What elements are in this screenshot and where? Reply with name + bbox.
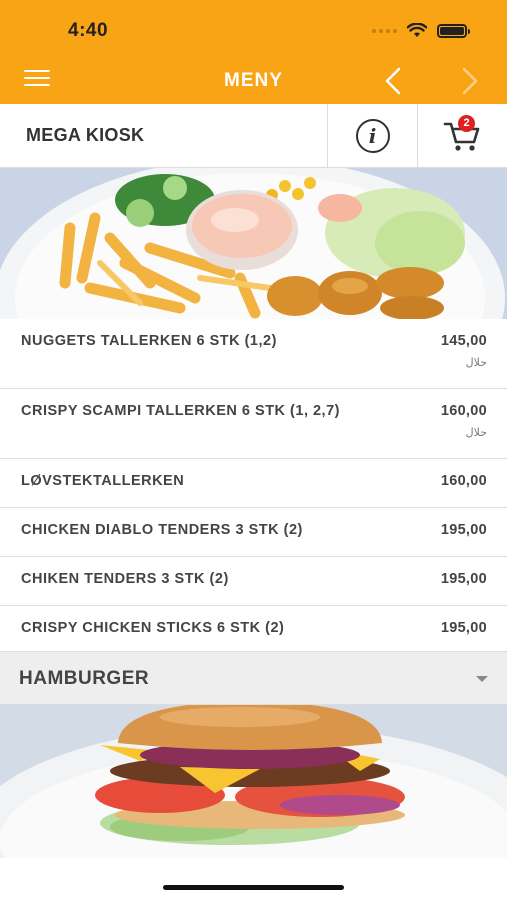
halal-tag: حلال — [465, 356, 487, 369]
menu-item[interactable]: NUGGETS TALLERKEN 6 STK (1,2) 145,00 حلا… — [0, 319, 507, 389]
chevron-right-icon[interactable] — [455, 66, 483, 96]
menu-item[interactable]: CHICKEN DIABLO TENDERS 3 STK (2) 195,00 — [0, 508, 507, 557]
menu-item-price: 160,00 — [440, 403, 487, 419]
menu-item[interactable]: CRISPY CHICKEN STICKS 6 STK (2) 195,00 — [0, 606, 507, 652]
menu-item-name: NUGGETS TALLERKEN 6 STK (1,2) — [21, 333, 277, 349]
battery-icon — [437, 23, 470, 38]
page-title: MENY — [224, 70, 283, 91]
caret-down-icon — [476, 676, 488, 682]
home-indicator[interactable] — [163, 885, 344, 890]
kiosk-name: MEGA KIOSK — [26, 125, 145, 145]
menu-item-name: CHICKEN DIABLO TENDERS 3 STK (2) — [21, 522, 303, 538]
chevron-left-icon[interactable] — [380, 66, 408, 96]
kiosk-bar: MEGA KIOSK i 2 — [0, 104, 507, 168]
app-header: 4:40 MENY — [0, 0, 507, 104]
info-icon: i — [355, 119, 390, 153]
burger-image — [0, 705, 507, 858]
menu-item-price: 195,00 — [440, 571, 487, 587]
menu-list: NUGGETS TALLERKEN 6 STK (1,2) 145,00 حلا… — [0, 319, 507, 652]
menu-item-price: 195,00 — [440, 522, 487, 538]
menu-item-name: CHIKEN TENDERS 3 STK (2) — [21, 571, 229, 587]
menu-item-name: LØVSTEKTALLERKEN — [21, 473, 185, 489]
status-icons — [372, 23, 470, 38]
halal-tag: حلال — [465, 426, 487, 439]
menu-item-name: CRISPY CHICKEN STICKS 6 STK (2) — [21, 620, 285, 636]
menu-item[interactable]: CRISPY SCAMPI TALLERKEN 6 STK (1, 2,7) 1… — [0, 389, 507, 459]
menu-item[interactable]: CHIKEN TENDERS 3 STK (2) 195,00 — [0, 557, 507, 606]
signal-dots-icon — [372, 28, 397, 33]
menu-item[interactable]: LØVSTEKTALLERKEN 160,00 — [0, 459, 507, 508]
info-button[interactable]: i — [327, 104, 417, 168]
wifi-icon — [407, 23, 427, 37]
nuggets-plate-image — [0, 168, 507, 319]
status-time: 4:40 — [68, 20, 109, 41]
menu-item-price: 145,00 — [440, 333, 487, 349]
section-title: HAMBURGER — [19, 668, 150, 689]
menu-item-price: 160,00 — [440, 473, 487, 489]
section-header-hamburger[interactable]: HAMBURGER — [0, 652, 507, 705]
menu-item-price: 195,00 — [440, 620, 487, 636]
menu-item-name: CRISPY SCAMPI TALLERKEN 6 STK (1, 2,7) — [21, 403, 340, 419]
cart-count-badge: 2 — [458, 115, 475, 132]
cart-button[interactable]: 2 — [417, 104, 507, 168]
